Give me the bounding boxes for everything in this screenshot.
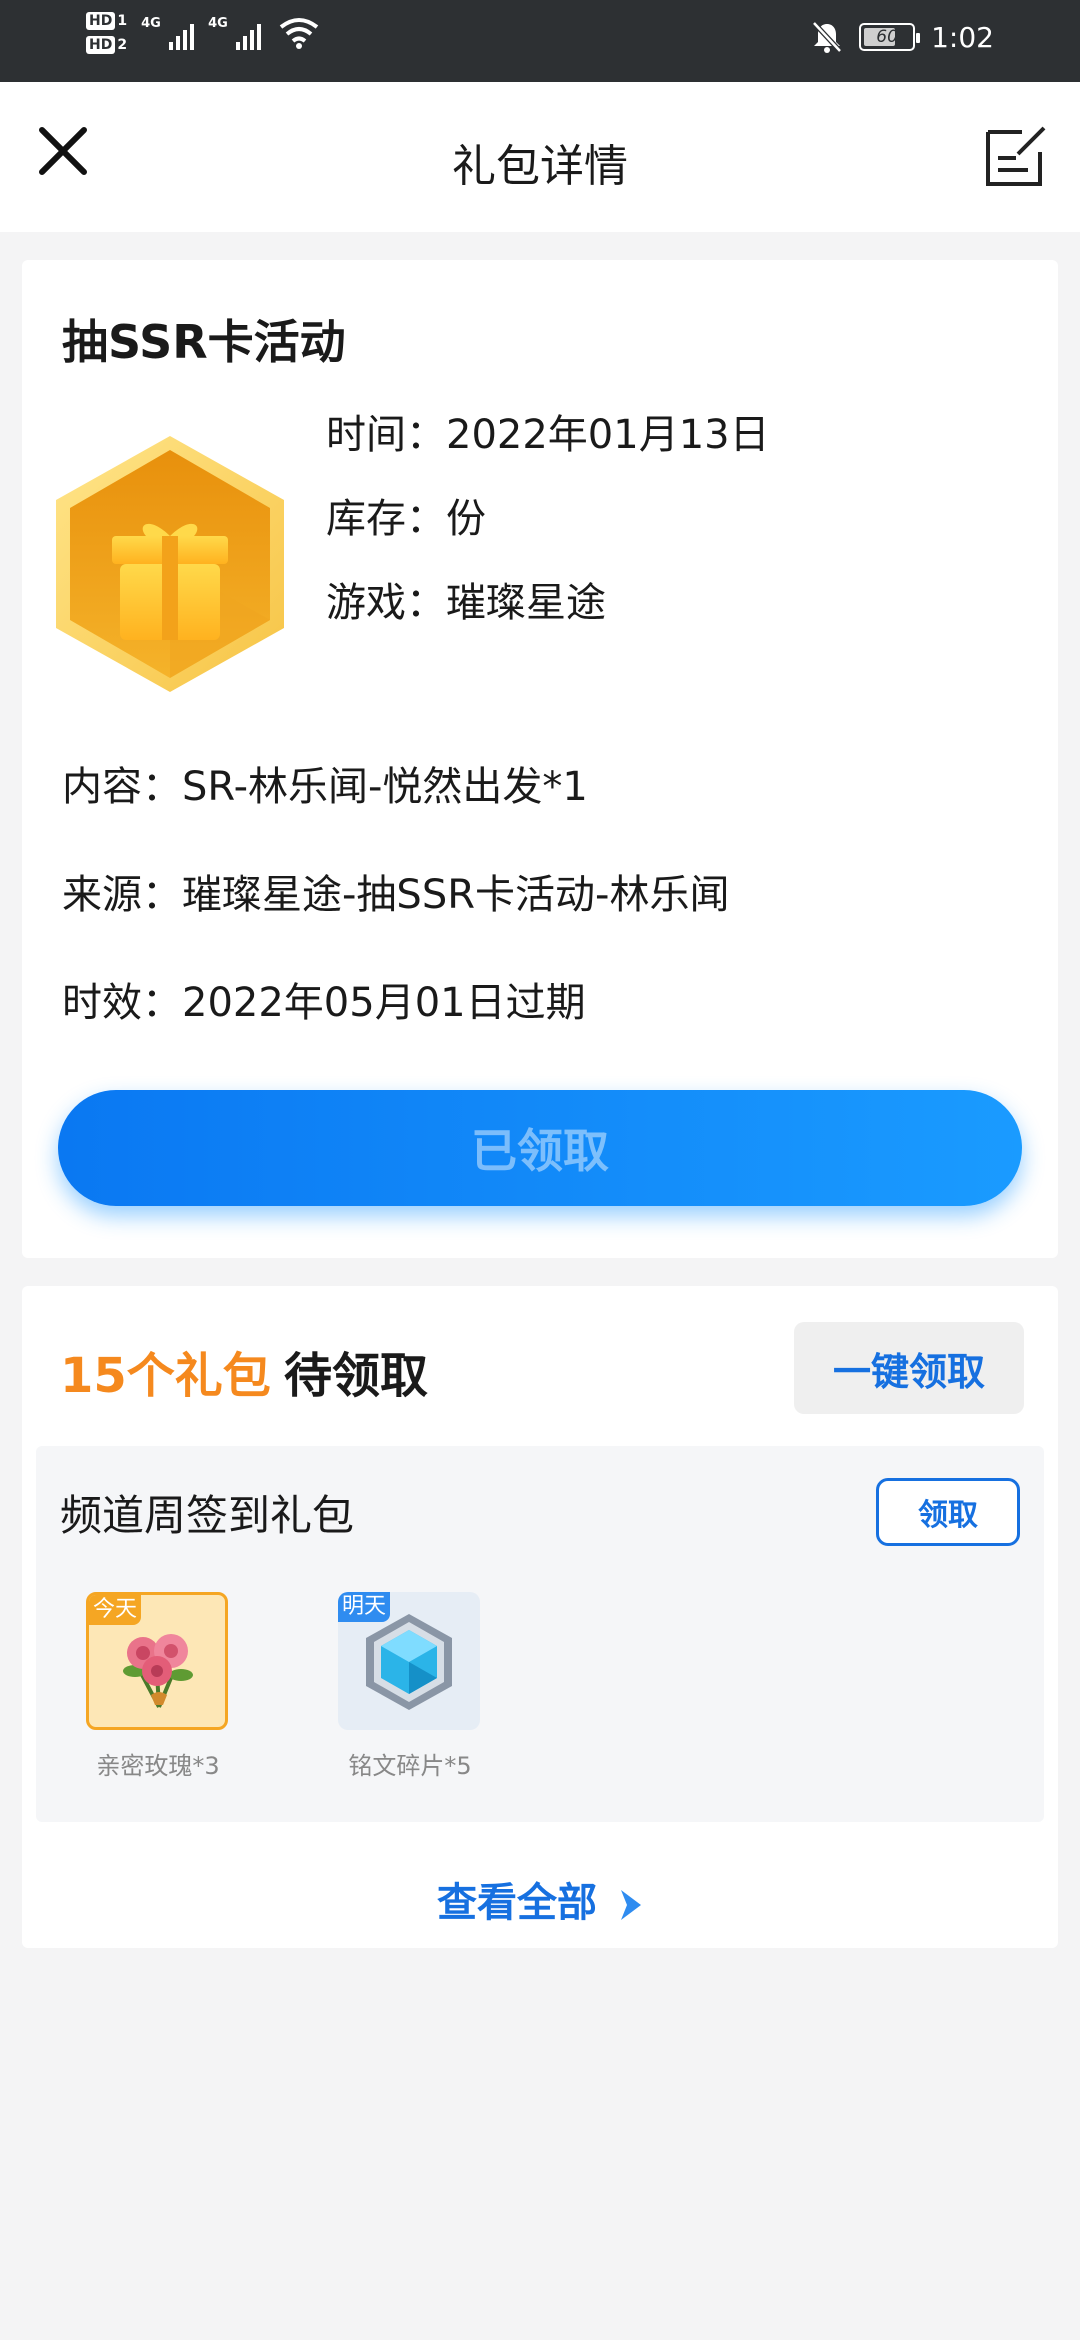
time-label: 时间： <box>326 412 446 458</box>
game-label: 游戏： <box>326 580 446 626</box>
content-label: 内容： <box>62 764 182 810</box>
reward-item[interactable]: 今天 亲密玫瑰*3 <box>86 1592 230 1781</box>
time-value: 2022年01月13日 <box>446 412 770 458</box>
battery-level: 60 <box>876 27 898 47</box>
mute-bell-icon <box>812 21 842 53</box>
reward-thumb: 明天 <box>338 1592 480 1730</box>
content-row: 内容：SR-林乐闻-悦然出发*1 <box>62 754 588 812</box>
status-right: 60 1:02 <box>811 20 994 54</box>
gift-name: 抽SSR卡活动 <box>62 315 346 369</box>
network-1-label: 4G <box>141 16 161 31</box>
claimed-button[interactable]: 已领取 <box>58 1090 1022 1206</box>
stock-label: 库存： <box>326 496 446 542</box>
claim-button[interactable]: 领取 <box>876 1478 1020 1546</box>
battery-icon: 60 <box>859 23 921 51</box>
chevron-right-icon <box>620 1890 641 1920</box>
status-left: HD 1 HD 2 4G 4G <box>86 12 319 54</box>
reward-label: 亲密玫瑰*3 <box>96 1752 220 1780</box>
signal-icon: 4G <box>141 16 195 50</box>
edit-note-icon[interactable] <box>982 124 1048 190</box>
stock-row: 库存：份 <box>326 486 486 544</box>
see-all-link[interactable]: 查看全部 <box>22 1870 1058 1928</box>
app-header: 礼包详情 <box>0 82 1080 232</box>
clock: 1:02 <box>931 20 994 54</box>
sim1-number: 1 <box>117 13 128 29</box>
reward-item[interactable]: 明天 铭文碎片*5 <box>338 1592 482 1781</box>
wifi-icon <box>279 18 319 49</box>
source-label: 来源： <box>62 872 182 918</box>
source-row: 来源：璀璨星途-抽SSR卡活动-林乐闻 <box>62 862 729 920</box>
channel-gift-box: 频道周签到礼包 领取 今天 亲密玫瑰*3 明天 铭文碎片*5 <box>36 1446 1044 1822</box>
source-value: 璀璨星途-抽SSR卡活动-林乐闻 <box>182 872 730 918</box>
sim1-hd-badge: HD <box>86 12 116 30</box>
sim-indicators: HD 1 HD 2 <box>86 12 127 54</box>
sim2-hd-badge: HD <box>86 36 116 54</box>
pending-count: 15个礼包 <box>60 1348 271 1404</box>
gift-box-hexagon-icon <box>56 436 284 692</box>
see-all-label: 查看全部 <box>437 1880 598 1926</box>
game-row: 游戏：璀璨星途 <box>326 570 606 628</box>
status-bar: HD 1 HD 2 4G 4G 60 1:02 <box>0 0 1080 82</box>
gift-detail-card: 抽SSR卡活动 时间：2022年01月13日 库存：份 游戏：璀璨星途 内容：S… <box>22 260 1058 1258</box>
network-2-label: 4G <box>208 16 228 31</box>
validity-row: 时效：2022年05月01日过期 <box>62 970 586 1028</box>
signal-icon: 4G <box>208 16 262 50</box>
validity-label: 时效： <box>62 980 182 1026</box>
reward-thumb: 今天 <box>86 1592 228 1730</box>
page-title: 礼包详情 <box>452 141 628 192</box>
day-tag: 今天 <box>89 1595 142 1625</box>
content-value: SR-林乐闻-悦然出发*1 <box>182 764 588 810</box>
claim-all-button[interactable]: 一键领取 <box>794 1322 1024 1414</box>
stock-value: 份 <box>446 496 486 542</box>
game-value: 璀璨星途 <box>446 580 606 626</box>
pending-gifts-card: 15个礼包 待领取 一键领取 频道周签到礼包 领取 今天 亲密玫瑰*3 明天 铭… <box>22 1286 1058 1948</box>
channel-gift-title: 频道周签到礼包 <box>60 1491 355 1540</box>
time-row: 时间：2022年01月13日 <box>326 402 770 460</box>
pending-label: 待领取 <box>284 1348 429 1404</box>
sim2-number: 2 <box>117 37 128 53</box>
reward-label: 铭文碎片*5 <box>348 1752 472 1780</box>
validity-value: 2022年05月01日过期 <box>182 980 586 1026</box>
day-tag: 明天 <box>338 1592 391 1622</box>
